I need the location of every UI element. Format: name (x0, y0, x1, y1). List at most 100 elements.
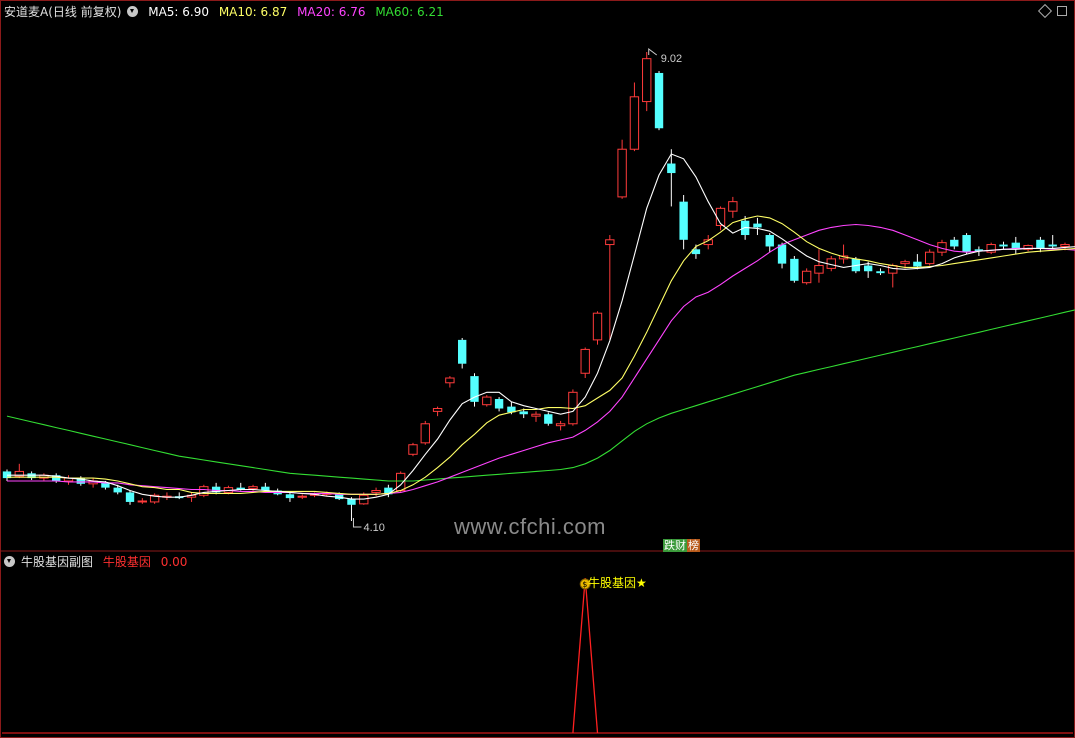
signal-spike (572, 577, 599, 734)
candle-body (654, 72, 664, 129)
candle (580, 347, 590, 379)
main-panel-header: 安道麦A(日线 前复权) MA5: 6.90 MA10: 6.87 MA20: … (4, 3, 450, 21)
candle (149, 493, 160, 504)
indicator-name: 牛股基因 (102, 555, 151, 569)
candle-body (667, 163, 676, 174)
ma5-line (7, 153, 1075, 500)
candle (986, 242, 996, 255)
candle-body (482, 396, 492, 406)
high-marker (648, 48, 658, 56)
ma60-line (6, 309, 1075, 482)
candle (801, 268, 812, 285)
candle-body (137, 500, 148, 503)
candle (137, 498, 148, 504)
candle-body (519, 411, 528, 415)
candle-body (924, 251, 935, 265)
candle-body (494, 398, 504, 409)
indicator-value: 0.00 (160, 555, 188, 569)
candle-body (950, 239, 959, 247)
stock-title[interactable]: 安道麦A(日线 前复权) (4, 5, 121, 19)
candle (199, 484, 209, 498)
candle (617, 139, 627, 199)
candle (642, 52, 652, 112)
candle (679, 194, 688, 250)
candle (605, 235, 615, 340)
candle-body (629, 96, 640, 150)
candlestick-chart[interactable]: 9.02 4.10 $ (0, 0, 1075, 738)
candle (814, 249, 824, 283)
candle (950, 236, 959, 250)
candle (63, 475, 74, 485)
candle (482, 395, 492, 407)
candle (1036, 236, 1045, 253)
candle-body (642, 58, 652, 103)
candle-body (777, 244, 787, 264)
candle (790, 255, 799, 283)
candle-body (432, 408, 443, 412)
sub-panel-header: 牛股基因副图 牛股基因 0.00 (4, 553, 193, 571)
candle-body (347, 499, 356, 505)
candle-body (900, 261, 910, 265)
candle-body (101, 482, 110, 488)
candle-body (580, 348, 590, 374)
candle (1011, 236, 1020, 255)
candle-body (679, 201, 688, 240)
candle-body (470, 376, 479, 402)
candle-body (371, 489, 381, 493)
high-price-label: 9.02 (661, 53, 682, 65)
candle-body (458, 339, 467, 364)
badge-left: 跌财 (663, 539, 687, 552)
signal-label: 牛股基因★ (588, 576, 647, 590)
candle (470, 373, 479, 407)
candle (531, 411, 541, 422)
candle-body (999, 244, 1008, 247)
ma20-legend: MA20: 6.76 (297, 5, 366, 19)
candle (876, 268, 885, 276)
candle-body (801, 270, 812, 284)
candle-body (814, 265, 824, 274)
candles-layer (2, 52, 1070, 521)
candle (347, 497, 356, 521)
candle (297, 494, 307, 500)
candle-body (125, 492, 135, 502)
candle (14, 463, 24, 479)
ranking-badge[interactable]: 跌财榜 (663, 539, 700, 552)
ma10-line (7, 215, 1075, 495)
candle (458, 337, 467, 369)
chevron-down-icon[interactable] (127, 6, 139, 17)
candle (962, 233, 971, 255)
candle (175, 492, 184, 500)
ma60-legend: MA60: 6.21 (375, 5, 444, 19)
candle-body (876, 271, 885, 274)
candle (408, 442, 418, 457)
ma5-legend: MA5: 6.90 (148, 5, 209, 19)
candle-body (113, 487, 122, 493)
candle-body (863, 265, 873, 272)
candle (285, 492, 295, 502)
low-marker (352, 518, 362, 528)
candle (162, 492, 172, 501)
candle-body (888, 265, 898, 274)
candle (420, 420, 430, 445)
badge-right: 榜 (687, 539, 700, 552)
candle (555, 420, 566, 431)
square-icon[interactable] (1057, 6, 1067, 16)
candle-body (592, 312, 603, 341)
candle (494, 397, 504, 412)
candle-body (728, 201, 738, 212)
candle-body (753, 223, 762, 228)
candle (592, 311, 603, 345)
sub-panel-title[interactable]: 牛股基因副图 (21, 555, 93, 569)
candle (445, 376, 455, 388)
candle-body (285, 494, 295, 499)
candle-body (605, 239, 615, 246)
candle (629, 82, 640, 152)
candle (999, 241, 1008, 250)
candle-body (408, 444, 418, 455)
candle-body (445, 377, 455, 384)
candle-body (420, 423, 430, 444)
candle (728, 196, 738, 218)
candle-body (297, 495, 307, 498)
candle (544, 412, 553, 426)
chevron-down-icon[interactable] (4, 556, 15, 567)
